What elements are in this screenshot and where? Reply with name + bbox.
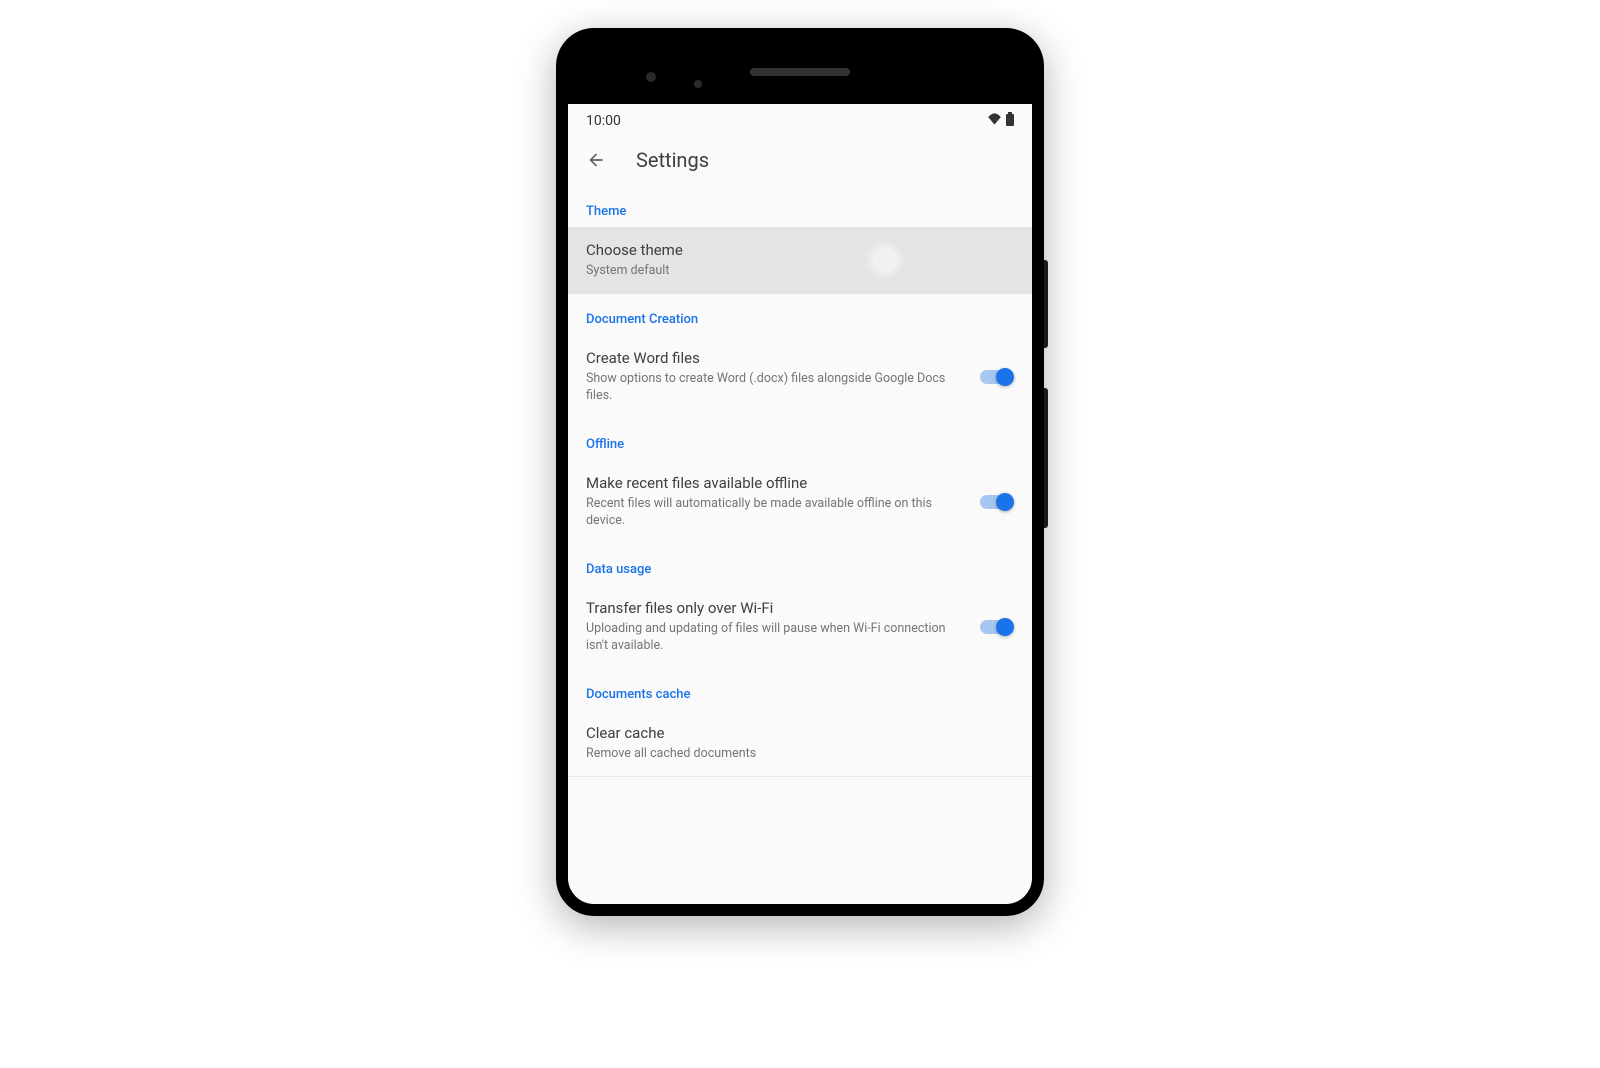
phone-screen: 10:00 Settings Theme: [568, 104, 1032, 904]
setting-create-word-files[interactable]: Create Word files Show options to create…: [568, 335, 1032, 419]
setting-make-recent-offline[interactable]: Make recent files available offline Rece…: [568, 460, 1032, 544]
phone-volume-button: [1044, 388, 1048, 528]
section-header-offline: Offline: [568, 419, 1032, 460]
section-header-data-usage: Data usage: [568, 544, 1032, 585]
setting-clear-cache[interactable]: Clear cache Remove all cached documents: [568, 710, 1032, 777]
setting-transfer-wifi-only[interactable]: Transfer files only over Wi-Fi Uploading…: [568, 585, 1032, 669]
status-bar: 10:00: [568, 104, 1032, 134]
switch-thumb: [996, 618, 1014, 636]
page-title: Settings: [636, 148, 709, 172]
settings-content: Theme Choose theme System default Docume…: [568, 186, 1032, 777]
status-icons: [987, 112, 1014, 130]
setting-subtitle: System default: [586, 262, 864, 280]
section-header-theme: Theme: [568, 186, 1032, 227]
section-header-documents-cache: Documents cache: [568, 669, 1032, 710]
setting-title: Clear cache: [586, 724, 1014, 742]
setting-title: Choose theme: [586, 241, 864, 259]
wifi-icon: [987, 113, 1002, 129]
setting-choose-theme[interactable]: Choose theme System default: [568, 227, 1032, 294]
section-header-document-creation: Document Creation: [568, 294, 1032, 335]
status-time: 10:00: [586, 113, 621, 129]
setting-subtitle: Recent files will automatically be made …: [586, 495, 966, 530]
switch-thumb: [996, 493, 1014, 511]
phone-power-button: [1044, 260, 1048, 348]
setting-subtitle: Remove all cached documents: [586, 745, 1014, 763]
camera-sensor-small: [694, 80, 702, 88]
setting-subtitle: Show options to create Word (.docx) file…: [586, 370, 966, 405]
app-bar: Settings: [568, 134, 1032, 186]
phone-speaker: [750, 68, 850, 76]
camera-sensor: [646, 72, 656, 82]
battery-icon: [1006, 112, 1014, 130]
phone-bezel-top: [568, 40, 1032, 104]
setting-title: Create Word files: [586, 349, 966, 367]
touch-ripple: [876, 251, 894, 269]
arrow-back-icon: [586, 150, 606, 170]
phone-frame: 10:00 Settings Theme: [556, 28, 1044, 916]
switch-thumb: [996, 368, 1014, 386]
switch-make-recent-offline[interactable]: [978, 492, 1014, 512]
switch-create-word-files[interactable]: [978, 367, 1014, 387]
setting-subtitle: Uploading and updating of files will pau…: [586, 620, 966, 655]
switch-transfer-wifi-only[interactable]: [978, 617, 1014, 637]
back-button[interactable]: [586, 150, 606, 170]
divider: [568, 776, 1032, 777]
setting-title: Transfer files only over Wi-Fi: [586, 599, 966, 617]
setting-title: Make recent files available offline: [586, 474, 966, 492]
